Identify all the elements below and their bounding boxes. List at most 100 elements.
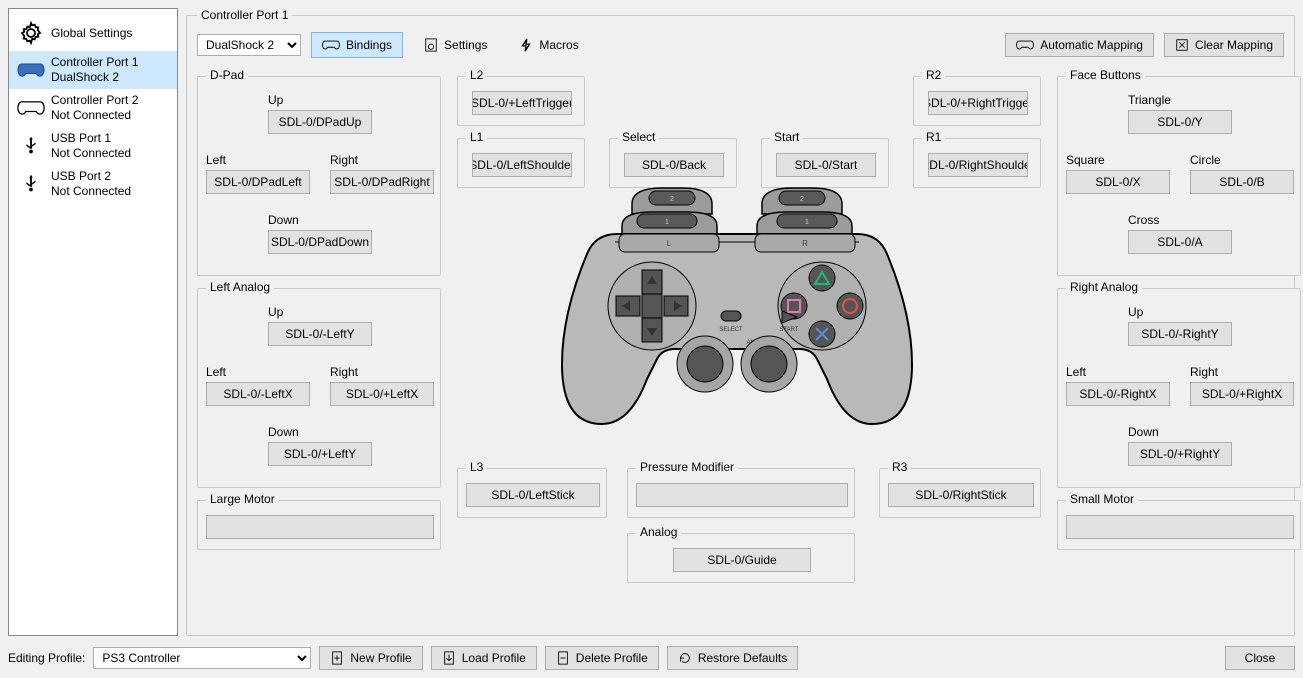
leftanalog-down-slot: Down SDL-0/+LeftY [268, 425, 372, 466]
usb-icon [17, 170, 45, 198]
leftanalog-up-slot: Up SDL-0/-LeftY [268, 305, 372, 346]
start-bind[interactable]: SDL-0/Start [776, 153, 876, 177]
r3-group: R3 SDL-0/RightStick [879, 468, 1041, 518]
lightning-icon [519, 38, 533, 52]
tab-bindings[interactable]: Bindings [311, 32, 403, 58]
dpad-up-bind[interactable]: SDL-0/DPadUp [268, 110, 372, 134]
face-circle-slot: Circle SDL-0/B [1190, 153, 1294, 194]
rightanalog-down-bind[interactable]: SDL-0/+RightY [1128, 442, 1232, 466]
file-minus-icon [556, 651, 570, 665]
sidebar-item-sublabel: Not Connected [51, 184, 131, 199]
large-motor-bind[interactable] [206, 515, 434, 539]
automatic-mapping-button[interactable]: Automatic Mapping [1005, 33, 1154, 57]
rightanalog-up-slot: Up SDL-0/-RightY [1128, 305, 1232, 346]
l1-bind[interactable]: SDL-0/LeftShoulder [472, 153, 572, 177]
rightanalog-right-bind[interactable]: SDL-0/+RightX [1190, 382, 1294, 406]
r1-bind[interactable]: SDL-0/RightShoulder [928, 153, 1028, 177]
dpad-down-slot: Down SDL-0/DPadDown [268, 213, 372, 254]
gamepad-outline-icon [17, 94, 45, 122]
sidebar-item-usb-port-2[interactable]: USB Port 2 Not Connected [9, 165, 177, 203]
svg-text:1: 1 [805, 219, 809, 226]
delete-profile-button[interactable]: Delete Profile [545, 646, 659, 670]
rightanalog-down-slot: Down SDL-0/+RightY [1128, 425, 1232, 466]
rightanalog-up-bind[interactable]: SDL-0/-RightY [1128, 322, 1232, 346]
r2-bind[interactable]: SDL-0/+RightTrigger [928, 91, 1028, 115]
new-profile-button[interactable]: New Profile [319, 646, 422, 670]
l2-group: L2 SDL-0/+LeftTrigger [457, 76, 585, 126]
dpad-group: D-Pad Up SDL-0/DPadUp Left SDL-0/DPadLef… [197, 76, 441, 276]
face-buttons-group: Face Buttons Triangle SDL-0/Y Square SDL… [1057, 76, 1301, 276]
l2-bind[interactable]: SDL-0/+LeftTrigger [472, 91, 572, 115]
large-motor-group: Large Motor [197, 500, 441, 550]
tab-settings[interactable]: Settings [413, 32, 498, 58]
sidebar: Global Settings Controller Port 1 DualSh… [8, 8, 178, 636]
r1-group: R1 SDL-0/RightShoulder [913, 138, 1041, 188]
sidebar-item-label: Global Settings [51, 26, 132, 41]
leftanalog-up-bind[interactable]: SDL-0/-LeftY [268, 322, 372, 346]
clear-mapping-button[interactable]: Clear Mapping [1164, 33, 1284, 57]
face-square-slot: Square SDL-0/X [1066, 153, 1170, 194]
start-group: Start SDL-0/Start [761, 138, 889, 188]
l3-bind[interactable]: SDL-0/LeftStick [466, 483, 600, 507]
small-motor-bind[interactable] [1066, 515, 1294, 539]
face-cross-bind[interactable]: SDL-0/A [1128, 230, 1232, 254]
page-title: Controller Port 1 [197, 8, 292, 22]
leftanalog-left-slot: Left SDL-0/-LeftX [206, 365, 310, 406]
rightanalog-left-slot: Left SDL-0/-RightX [1066, 365, 1170, 406]
sidebar-item-controller-port-2[interactable]: Controller Port 2 Not Connected [9, 89, 177, 127]
restore-defaults-button[interactable]: Restore Defaults [667, 646, 798, 670]
footer-bar: Editing Profile: PS3 Controller New Prof… [0, 640, 1303, 678]
rightanalog-left-bind[interactable]: SDL-0/-RightX [1066, 382, 1170, 406]
close-button[interactable]: Close [1225, 646, 1295, 670]
gamepad-icon [17, 56, 45, 84]
profile-select[interactable]: PS3 Controller [93, 647, 311, 669]
analog-group: Analog SDL-0/Guide [627, 533, 855, 583]
svg-text:2: 2 [670, 196, 674, 203]
tab-label: Bindings [346, 38, 392, 52]
sidebar-item-sublabel: Not Connected [51, 146, 131, 161]
select-bind[interactable]: SDL-0/Back [624, 153, 724, 177]
sidebar-item-global-settings[interactable]: Global Settings [9, 15, 177, 51]
pressure-bind[interactable] [636, 483, 848, 507]
face-circle-bind[interactable]: SDL-0/B [1190, 170, 1294, 194]
analog-bind[interactable]: SDL-0/Guide [673, 548, 811, 572]
pressure-modifier-group: Pressure Modifier [627, 468, 855, 518]
leftanalog-right-bind[interactable]: SDL-0/+LeftX [330, 382, 434, 406]
svg-text:R: R [802, 239, 808, 248]
leftanalog-right-slot: Right SDL-0/+LeftX [330, 365, 434, 406]
face-triangle-slot: Triangle SDL-0/Y [1128, 93, 1232, 134]
file-plus-icon [330, 651, 344, 665]
sidebar-item-label: Controller Port 1 [51, 55, 138, 70]
l1-group: L1 SDL-0/LeftShoulder [457, 138, 585, 188]
svg-text:SELECT: SELECT [719, 327, 743, 333]
r3-bind[interactable]: SDL-0/RightStick [888, 483, 1034, 507]
file-arrow-icon [442, 651, 456, 665]
svg-text:2: 2 [800, 196, 804, 203]
face-square-bind[interactable]: SDL-0/X [1066, 170, 1170, 194]
gamepad-icon [1016, 38, 1034, 52]
svg-text:START: START [779, 327, 798, 333]
dpad-left-slot: Left SDL-0/DPadLeft [206, 153, 310, 194]
dpad-right-bind[interactable]: SDL-0/DPadRight [330, 170, 434, 194]
content-area: Controller Port 1 DualShock 2 Bindings S… [186, 8, 1295, 636]
tab-macros[interactable]: Macros [508, 32, 589, 58]
sidebar-item-usb-port-1[interactable]: USB Port 1 Not Connected [9, 127, 177, 165]
right-analog-group: Right Analog Up SDL-0/-RightY Left SDL-0… [1057, 288, 1301, 488]
sidebar-item-controller-port-1[interactable]: Controller Port 1 DualShock 2 [9, 51, 177, 89]
leftanalog-down-bind[interactable]: SDL-0/+LeftY [268, 442, 372, 466]
dpad-right-slot: Right SDL-0/DPadRight [330, 153, 434, 194]
sidebar-item-label: USB Port 2 [51, 169, 131, 184]
load-profile-button[interactable]: Load Profile [431, 646, 537, 670]
face-triangle-bind[interactable]: SDL-0/Y [1128, 110, 1232, 134]
controller-port-page: Controller Port 1 DualShock 2 Bindings S… [186, 8, 1295, 636]
clear-icon [1175, 38, 1189, 52]
editing-profile-label: Editing Profile: [8, 651, 85, 665]
sidebar-item-sublabel: Not Connected [51, 108, 138, 123]
controller-type-select[interactable]: DualShock 2 [197, 34, 301, 56]
leftanalog-left-bind[interactable]: SDL-0/-LeftX [206, 382, 310, 406]
dpad-down-bind[interactable]: SDL-0/DPadDown [268, 230, 372, 254]
dpad-left-bind[interactable]: SDL-0/DPadLeft [206, 170, 310, 194]
gamepad-icon [322, 38, 340, 52]
left-analog-group: Left Analog Up SDL-0/-LeftY Left SDL-0/-… [197, 288, 441, 488]
tab-label: Macros [539, 38, 578, 52]
